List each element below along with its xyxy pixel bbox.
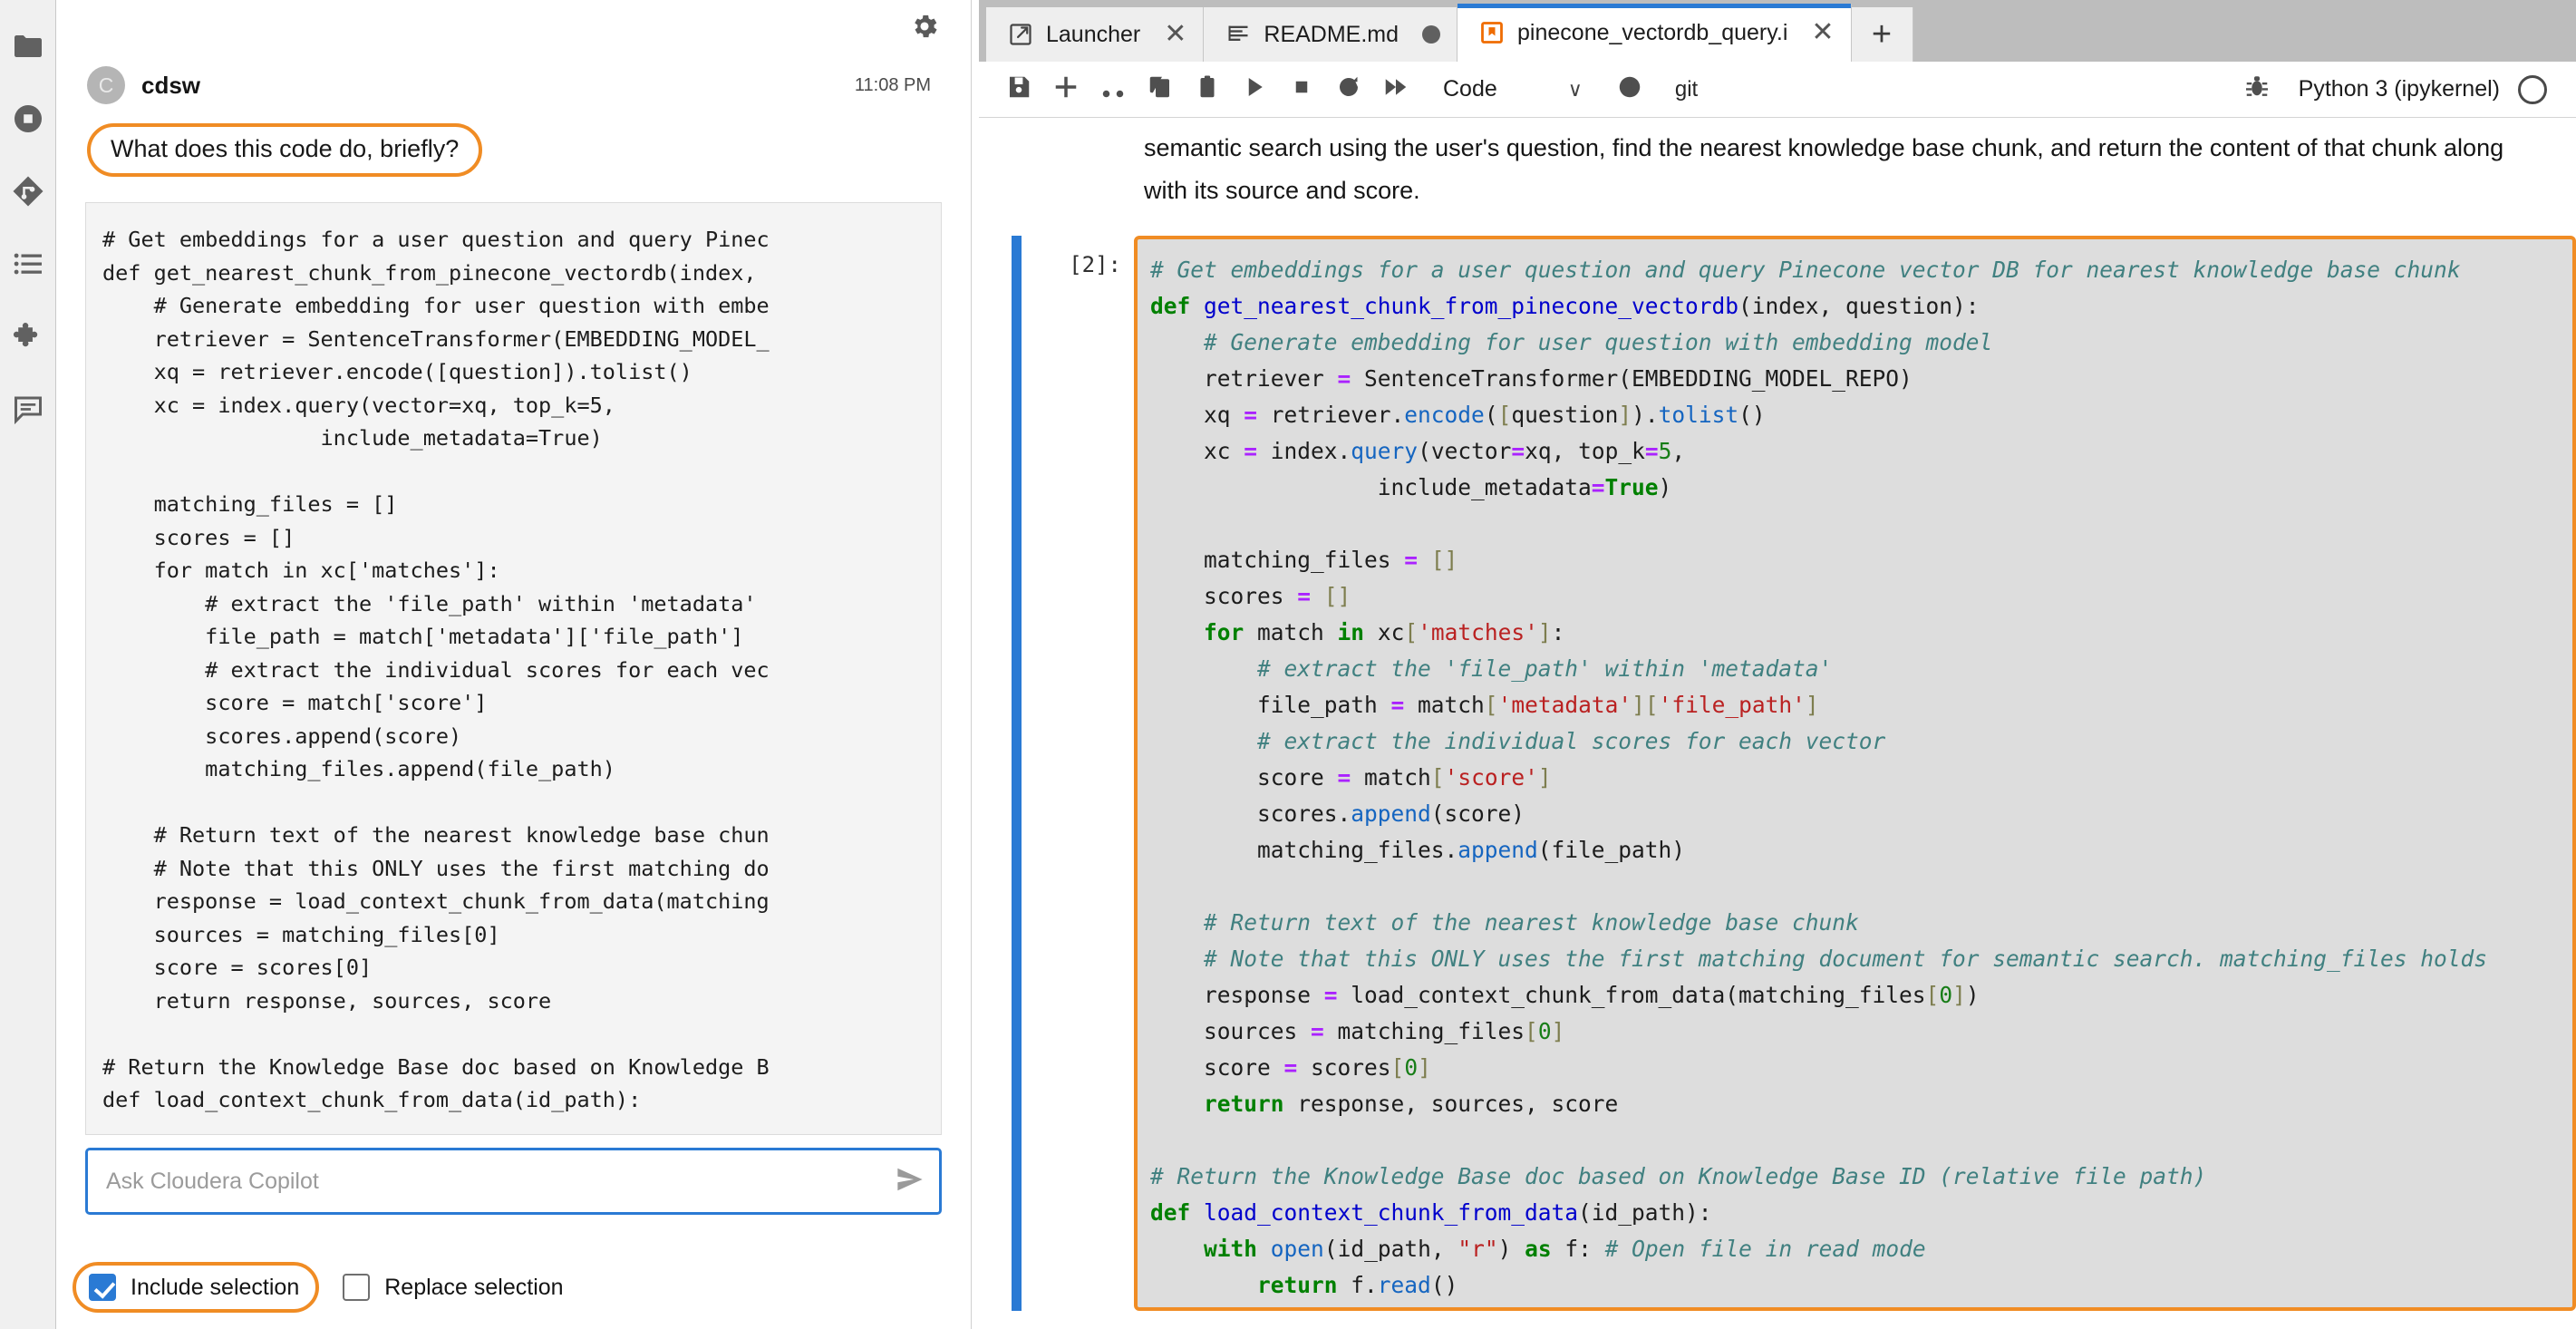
execution-history-button[interactable] [1606,66,1653,113]
close-icon[interactable]: ✕ [1164,21,1186,48]
markdown-icon [1225,22,1251,47]
plus-icon [1052,73,1080,105]
jupyterlab-main-area: Launcher ✕ README.md pinecone_vectordb_q… [972,0,2576,1329]
sidebar-item-git-panel[interactable] [0,165,56,221]
fast-forward-icon [1382,73,1409,105]
message-timestamp: 11:08 PM [854,74,931,95]
cell-execution-prompt: [2]: [1069,252,1121,277]
user-message-bubble: What does this code do, briefly? [87,123,483,177]
replace-selection-checkbox[interactable] [343,1274,371,1301]
git-icon [12,175,44,212]
include-selection-option[interactable]: Include selection [73,1262,320,1313]
chevron-down-icon: ∨ [1567,77,1583,101]
avatar: C [87,66,125,104]
message-author: cdsw [141,71,201,99]
selection-code-text: # Get embeddings for a user question and… [102,227,770,1112]
puzzle-icon [12,320,44,357]
launcher-icon [1008,22,1033,47]
replace-selection-label: Replace selection [384,1274,564,1300]
copy-cell-button[interactable] [1137,66,1184,113]
markdown-cell-text[interactable]: semantic search using the user's questio… [1012,118,2576,236]
tab-bar: Launcher ✕ README.md pinecone_vectordb_q… [979,0,2576,62]
debugger-button[interactable] [2233,66,2281,113]
copy-icon [1147,73,1174,105]
sidebar-item-file-browser[interactable] [0,20,56,76]
include-selection-label: Include selection [131,1274,300,1300]
sidebar-item-extension-manager[interactable] [0,310,56,366]
selection-code-preview: # Get embeddings for a user question and… [85,202,942,1135]
cell-type-dropdown[interactable]: Code ∨ [1443,76,1583,102]
send-button[interactable] [881,1152,939,1210]
gear-icon [909,11,940,46]
kernel-name-label[interactable]: Python 3 (ipykernel) [2299,76,2500,102]
sidebar-item-copilot-chat[interactable] [0,383,56,439]
restart-and-run-all-button[interactable] [1372,66,1419,113]
composer-box[interactable] [85,1148,942,1215]
scissors-icon [1099,73,1127,105]
send-icon [895,1166,925,1198]
paste-cell-button[interactable] [1184,66,1231,113]
save-button[interactable] [995,66,1042,113]
restart-icon [1335,73,1362,105]
save-icon [1005,73,1032,105]
notebook-scroll-area[interactable]: semantic search using the user's questio… [979,118,2576,1329]
play-icon [1241,73,1268,105]
git-status-label[interactable]: git [1675,77,1698,102]
message-header: C cdsw 11:08 PM [56,60,971,111]
code-cell[interactable]: [2]: # Get embeddings for a user questio… [1012,236,2576,1311]
insert-cell-button[interactable] [1042,66,1089,113]
replace-selection-option[interactable]: Replace selection [343,1274,564,1301]
run-cell-button[interactable] [1231,66,1278,113]
new-tab-button[interactable]: + [1851,7,1913,62]
copilot-prompt-input[interactable] [88,1168,881,1195]
sidebar-item-running-sessions[interactable] [0,92,56,149]
kernel-status-indicator[interactable] [2518,74,2547,104]
close-icon[interactable]: ✕ [1811,19,1834,46]
interrupt-kernel-button[interactable] [1278,66,1325,113]
code-cell-editor[interactable]: # Get embeddings for a user question and… [1134,236,2576,1311]
list-icon [12,247,44,285]
active-cell-indicator [1012,236,1022,1311]
jupyterlab-window: C cdsw 11:08 PM What does this code do, … [0,0,2576,1329]
restart-kernel-button[interactable] [1325,66,1372,113]
paste-icon [1194,73,1221,105]
copilot-panel: C cdsw 11:08 PM What does this code do, … [56,0,972,1329]
notebook-icon [1479,20,1505,45]
copilot-options: Include selection Replace selection [56,1215,971,1329]
bug-icon [2243,73,2271,105]
clock-icon [1616,73,1643,105]
tab-readme[interactable]: README.md [1204,7,1458,62]
tab-pinecone-notebook-label: pinecone_vectordb_query.i [1517,19,1788,45]
user-message-row: What does this code do, briefly? [56,111,971,177]
stop-circle-icon [12,102,44,140]
copilot-header [56,0,971,60]
code-cell-source: # Get embeddings for a user question and… [1150,257,2488,1298]
folder-icon [12,30,44,67]
cut-cell-button[interactable] [1089,66,1137,113]
unsaved-changes-dot[interactable] [1422,25,1441,44]
copilot-composer [56,1135,971,1215]
toolbar-right-group: Python 3 (ipykernel) [2233,66,2560,113]
tab-launcher-label: Launcher [1046,21,1141,47]
section-heading[interactable]: 3.4 Examine the results of the vector se… [1012,1311,2576,1329]
tab-pinecone-notebook[interactable]: pinecone_vectordb_query.i ✕ [1457,4,1852,62]
include-selection-checkbox[interactable] [89,1274,116,1301]
tab-readme-label: README.md [1264,21,1399,47]
cell-type-value: Code [1443,76,1497,102]
tab-launcher[interactable]: Launcher ✕ [986,7,1205,62]
sidebar-item-table-of-contents[interactable] [0,238,56,294]
stop-icon [1288,73,1315,105]
copilot-settings-button[interactable] [904,7,945,49]
notebook-toolbar: Code ∨ git Python 3 (ipykernel) [979,62,2576,118]
chat-icon [12,393,44,430]
activity-sidebar [0,0,56,1329]
